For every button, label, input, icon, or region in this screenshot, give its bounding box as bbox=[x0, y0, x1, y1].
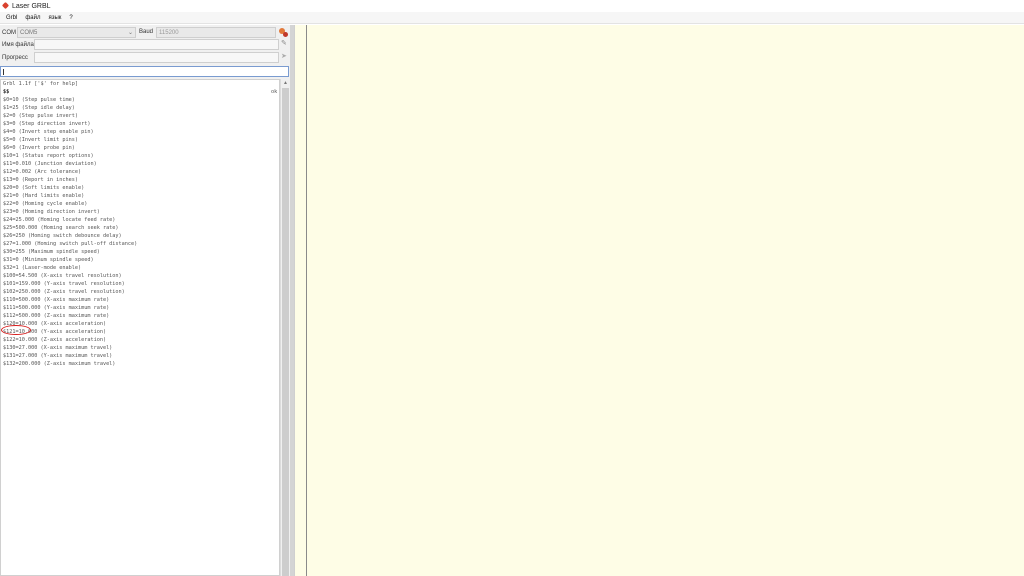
menu-grbl[interactable]: Grbl bbox=[4, 15, 23, 21]
console-log: Grbl 1.1f ['$' for help] $$ $0=10 (Step pu… bbox=[0, 79, 280, 576]
console-line: $130=27.000 (X-axis maximum travel) bbox=[3, 345, 113, 351]
console-line: $122=10.000 (Z-axis acceleration) bbox=[3, 337, 107, 343]
console-line: $22=0 (Homing cycle enable) bbox=[3, 201, 88, 207]
scroll-up-icon[interactable]: ▲ bbox=[283, 80, 288, 86]
console-line: $$ bbox=[3, 89, 10, 95]
console-line: $11=0.010 (Junction deviation) bbox=[3, 161, 97, 167]
console-line: $31=0 (Minimum spindle speed) bbox=[3, 257, 94, 263]
console-line: $12=0.002 (Arc tolerance) bbox=[3, 169, 82, 175]
console-line: $4=0 (Invert step enable pin) bbox=[3, 129, 94, 135]
console-line: Grbl 1.1f ['$' for help] bbox=[3, 81, 78, 87]
menu-language[interactable]: язык bbox=[46, 15, 67, 21]
console-line: $112=500.000 (Z-axis maximum rate) bbox=[3, 313, 110, 319]
file-name-field[interactable] bbox=[34, 39, 279, 50]
console-line: $24=25.000 (Homing locate feed rate) bbox=[3, 217, 116, 223]
control-panel: COM COM5 ⌄ Baud 115200 Имя файла ✎ Прогр… bbox=[0, 25, 290, 576]
console-line: $21=0 (Hard limits enable) bbox=[3, 193, 85, 199]
console-line: $30=255 (Maximum spindle speed) bbox=[3, 249, 100, 255]
console-line: $13=0 (Report in inches) bbox=[3, 177, 78, 183]
console-line: $32=1 (Laser-mode enable) bbox=[3, 265, 82, 271]
red-annotation-circle bbox=[1, 325, 31, 335]
progress-bar bbox=[34, 52, 279, 63]
console-scrollbar[interactable]: ▲ bbox=[280, 79, 289, 576]
file-label: Имя файла bbox=[2, 41, 34, 48]
menu-help[interactable]: ? bbox=[67, 15, 78, 21]
progress-label: Прогресс bbox=[2, 54, 28, 61]
console-line: $3=0 (Step direction invert) bbox=[3, 121, 91, 127]
canvas-y-axis bbox=[306, 25, 307, 576]
menu-bar: Grbl файл язык ? bbox=[0, 12, 1024, 24]
chevron-down-icon: ⌄ bbox=[127, 30, 133, 36]
baud-select[interactable]: 115200 bbox=[156, 27, 276, 38]
title-bar: Laser GRBL bbox=[0, 0, 1024, 12]
connect-icon[interactable] bbox=[278, 27, 289, 38]
file-row: Имя файла ✎ bbox=[0, 39, 290, 50]
command-input[interactable] bbox=[0, 66, 289, 77]
console-line: $26=250 (Homing switch debounce delay) bbox=[3, 233, 122, 239]
console-line: $131=27.000 (Y-axis maximum travel) bbox=[3, 353, 113, 359]
console-line: $110=500.000 (X-axis maximum rate) bbox=[3, 297, 110, 303]
console-line: $5=0 (Invert limit pins) bbox=[3, 137, 78, 143]
baud-label: Baud bbox=[139, 29, 154, 35]
run-icon[interactable]: ➤ bbox=[281, 53, 289, 61]
console-line: $0=10 (Step pulse time) bbox=[3, 97, 75, 103]
scrollbar-thumb[interactable] bbox=[282, 88, 289, 576]
window-title: Laser GRBL bbox=[12, 2, 51, 10]
laser-app-icon bbox=[2, 3, 9, 10]
port-select[interactable]: COM5 ⌄ bbox=[17, 27, 136, 38]
console-line: $25=500.000 (Homing search seek rate) bbox=[3, 225, 119, 231]
port-value: COM5 bbox=[20, 29, 38, 36]
connection-row: COM COM5 ⌄ Baud 115200 bbox=[0, 27, 290, 38]
open-file-icon[interactable]: ✎ bbox=[281, 40, 289, 48]
console-line: $10=1 (Status report options) bbox=[3, 153, 94, 159]
port-label: COM bbox=[2, 29, 16, 36]
console-line: $111=500.000 (Y-axis maximum rate) bbox=[3, 305, 110, 311]
console-line: $101=159.000 (Y-axis travel resolution) bbox=[3, 281, 125, 287]
console-line: $1=25 (Step idle delay) bbox=[3, 105, 75, 111]
console-line: $100=54.500 (X-axis travel resolution) bbox=[3, 273, 122, 279]
canvas-edge bbox=[294, 25, 295, 576]
console-line: $27=1.000 (Homing switch pull-off distan… bbox=[3, 241, 138, 247]
console-ok: ok bbox=[271, 89, 278, 95]
console-line: $102=250.000 (Z-axis travel resolution) bbox=[3, 289, 125, 295]
menu-file[interactable]: файл bbox=[23, 15, 46, 21]
console-line: $132=200.000 (Z-axis maximum travel) bbox=[3, 361, 116, 367]
progress-row: Прогресс ➤ bbox=[0, 52, 290, 63]
console-line: $6=0 (Invert probe pin) bbox=[3, 145, 75, 151]
console-line: $20=0 (Soft limits enable) bbox=[3, 185, 85, 191]
preview-canvas[interactable] bbox=[294, 25, 1024, 576]
baud-value: 115200 bbox=[159, 29, 179, 36]
console-line: $2=0 (Step pulse invert) bbox=[3, 113, 78, 119]
console-line: $23=0 (Homing direction invert) bbox=[3, 209, 100, 215]
